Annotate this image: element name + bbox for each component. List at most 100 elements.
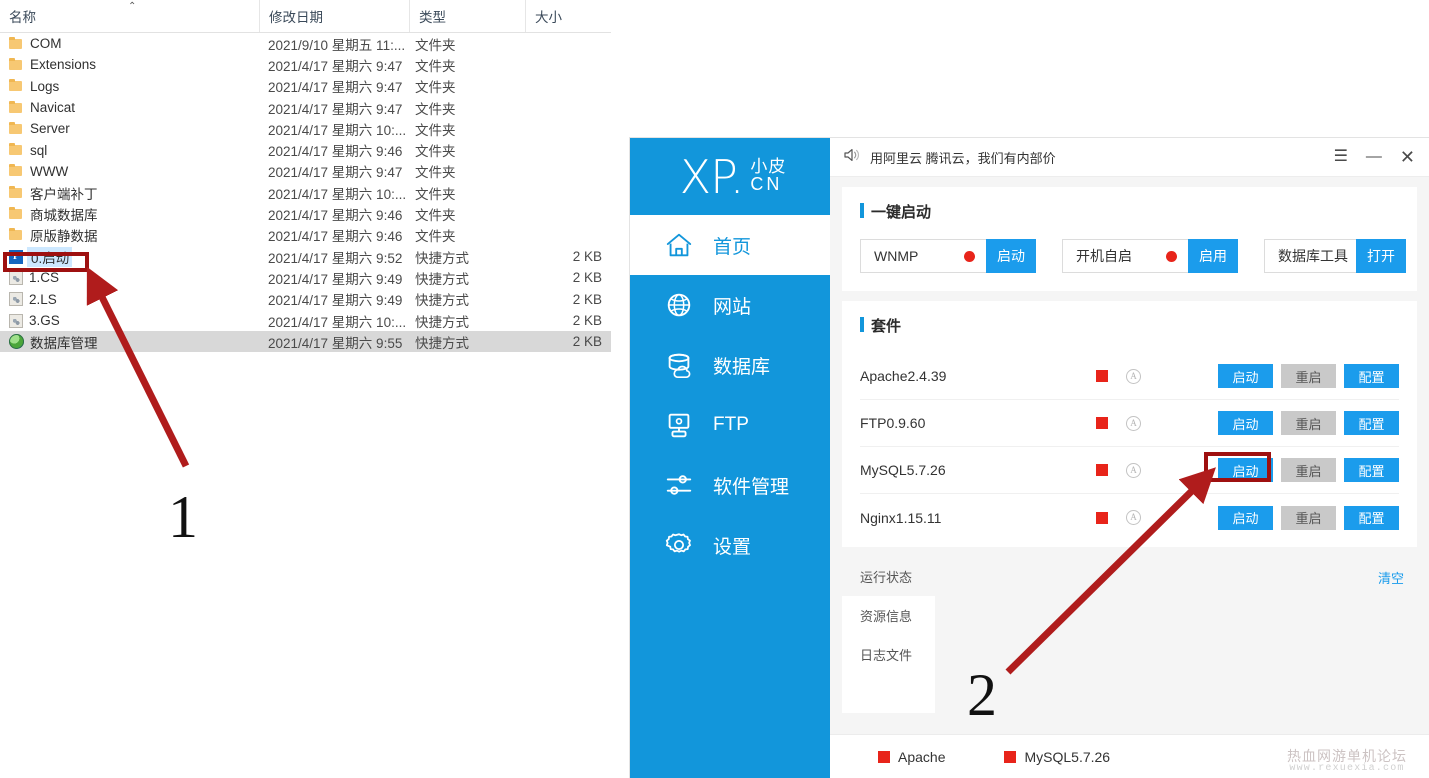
service-restart-button[interactable]: 重启 [1281,505,1336,530]
service-start-button[interactable]: 启动 [1218,411,1273,435]
autostart-icon: A [1126,368,1141,384]
service-status-indicator [1096,511,1117,524]
status-dot-icon [1166,250,1177,262]
home-icon [664,230,694,260]
folder-icon [8,228,24,242]
service-buttons: 启动 重启 配置 [1218,364,1399,388]
service-buttons: 启动 重启 配置 [1218,411,1399,435]
table-row[interactable]: Extensions 2021/4/17 星期六 9:47 文件夹 [0,54,611,75]
file-size-cell: 2 KB [572,249,602,265]
file-name-label: 商城数据库 [30,208,98,224]
sidebar-item-5[interactable]: 软件管理 [630,455,830,515]
status-square-icon [878,750,890,763]
service-start-button[interactable]: 启动 [1218,364,1273,388]
quick-start-label-text: WNMP [874,248,919,264]
service-start-button[interactable]: 启动 [1218,505,1273,530]
service-config-button[interactable]: 配置 [1344,505,1399,530]
file-name-label: COM [30,36,62,52]
logo-subtitle-domain: CN [750,173,783,194]
titlebar: 用阿里云 腾讯云，我们有内部价 ☰ — ✕ [830,138,1429,177]
table-row[interactable]: Navicat 2021/4/17 星期六 9:47 文件夹 [0,97,611,118]
marquee-ad-text: 用阿里云 腾讯云，我们有内部价 [870,150,1056,166]
sidebar-item-6[interactable]: 设置 [630,515,830,575]
watermark-line1: 热血网游单机论坛 [1287,747,1407,764]
file-type-cell: 快捷方式 [415,250,469,266]
sidebar-item-label: 网站 [713,296,752,318]
service-config-button[interactable]: 配置 [1344,458,1399,482]
column-header-type[interactable]: 类型 [409,0,525,32]
service-config-button[interactable]: 配置 [1344,364,1399,388]
column-header-name-label: 名称 [9,10,36,25]
folder-icon [8,36,24,51]
table-row[interactable]: 原版静数据 2021/4/17 星期六 9:46 文件夹 [0,225,611,246]
file-date-cell: 2021/4/17 星期六 9:55 [268,335,403,351]
folder-icon [8,100,24,115]
file-type-cell: 快捷方式 [415,335,469,351]
column-header-type-label: 类型 [419,10,446,25]
sidebar-item-2[interactable]: 网站 [630,275,830,335]
sidebar-item-4[interactable]: FTP [630,395,830,455]
database-icon [664,350,694,380]
quick-start-button-2[interactable]: 启用 [1188,239,1238,273]
service-restart-button[interactable]: 重启 [1281,364,1336,388]
status-log-body[interactable]: 清空 [935,557,1417,713]
table-row[interactable]: 1.CS 2021/4/17 星期六 9:49 快捷方式 2 KB [0,267,611,288]
folder-icon [8,185,24,200]
column-header-size[interactable]: 大小 [525,0,609,32]
watermark-line2: www.rexuexia.com [1289,762,1405,774]
file-name-label: 0.启动 [27,246,73,267]
status-square-icon [1096,464,1108,476]
status-tabs: 运行状态 资源信息 日志文件 [842,557,935,674]
service-restart-button[interactable]: 重启 [1281,411,1336,435]
quick-start-button-3[interactable]: 打开 [1356,239,1406,273]
quick-start-group-1: WNMP 启动 [860,239,1036,273]
phpstudy-shortcut-icon: P [9,249,23,264]
minimize-icon[interactable]: — [1366,149,1382,165]
status-tab-2[interactable]: 资源信息 [842,596,935,635]
sidebar-item-label: 软件管理 [713,476,790,498]
speaker-icon [843,147,861,168]
annotation-number-1: 1 [168,484,198,550]
status-legend-item-2: MySQL5.7.26 [1004,749,1110,765]
table-row[interactable]: Server 2021/4/17 星期六 10:... 文件夹 [0,118,611,139]
logo-xp-text: XP. [679,149,745,204]
app-logo: XP. 小皮 CN [630,138,830,215]
sidebar-item-3[interactable]: 数据库 [630,335,830,395]
file-name-cell: 客户端补丁 [0,183,259,203]
file-type-cell: 文件夹 [415,122,456,138]
table-row[interactable]: WWW 2021/4/17 星期六 9:47 文件夹 [0,161,611,182]
status-legend-item-1: Apache [878,749,945,765]
table-row[interactable]: COM 2021/9/10 星期五 11:... 文件夹 [0,33,611,54]
close-icon[interactable]: ✕ [1400,148,1415,166]
explorer-column-headers: 名称 ⌃ 修改日期 类型 大小 [0,0,611,33]
clear-log-link[interactable]: 清空 [1378,568,1404,587]
table-row[interactable]: 3.GS 2021/4/17 星期六 10:... 快捷方式 2 KB [0,310,611,331]
file-name-cell: sql [0,143,259,158]
status-square-icon [1096,511,1108,524]
hamburger-menu-icon[interactable]: ☰ [1334,149,1348,165]
file-date-cell: 2021/4/17 星期六 9:47 [268,58,403,74]
table-row[interactable]: 数据库管理 2021/4/17 星期六 9:55 快捷方式 2 KB [0,331,611,353]
globe-icon [664,290,694,320]
status-tab-1[interactable]: 运行状态 [842,557,935,596]
status-tab-3[interactable]: 日志文件 [842,635,935,674]
table-row[interactable]: P 0.启动 2021/4/17 星期六 9:52 快捷方式 2 KB [0,246,611,267]
table-row[interactable]: 客户端补丁 2021/4/17 星期六 10:... 文件夹 [0,182,611,203]
file-type-cell: 文件夹 [415,101,456,117]
sidebar-item-1[interactable]: 首页 [630,215,830,275]
file-type-cell: 文件夹 [415,58,456,74]
file-name-cell: Navicat [0,100,259,115]
shortcut-icon [9,313,23,328]
column-header-date[interactable]: 修改日期 [259,0,409,32]
quick-start-button-1[interactable]: 启动 [986,239,1036,273]
column-header-name[interactable]: 名称 ⌃ [0,0,259,32]
file-type-cell: 文件夹 [415,229,456,245]
service-restart-button[interactable]: 重启 [1281,458,1336,482]
service-config-button[interactable]: 配置 [1344,411,1399,435]
table-row[interactable]: 2.LS 2021/4/17 星期六 9:49 快捷方式 2 KB [0,289,611,310]
service-start-button[interactable]: 启动 [1218,458,1273,482]
autostart-icon: A [1126,510,1141,525]
table-row[interactable]: 商城数据库 2021/4/17 星期六 9:46 文件夹 [0,203,611,224]
table-row[interactable]: Logs 2021/4/17 星期六 9:47 文件夹 [0,76,611,97]
table-row[interactable]: sql 2021/4/17 星期六 9:46 文件夹 [0,139,611,160]
